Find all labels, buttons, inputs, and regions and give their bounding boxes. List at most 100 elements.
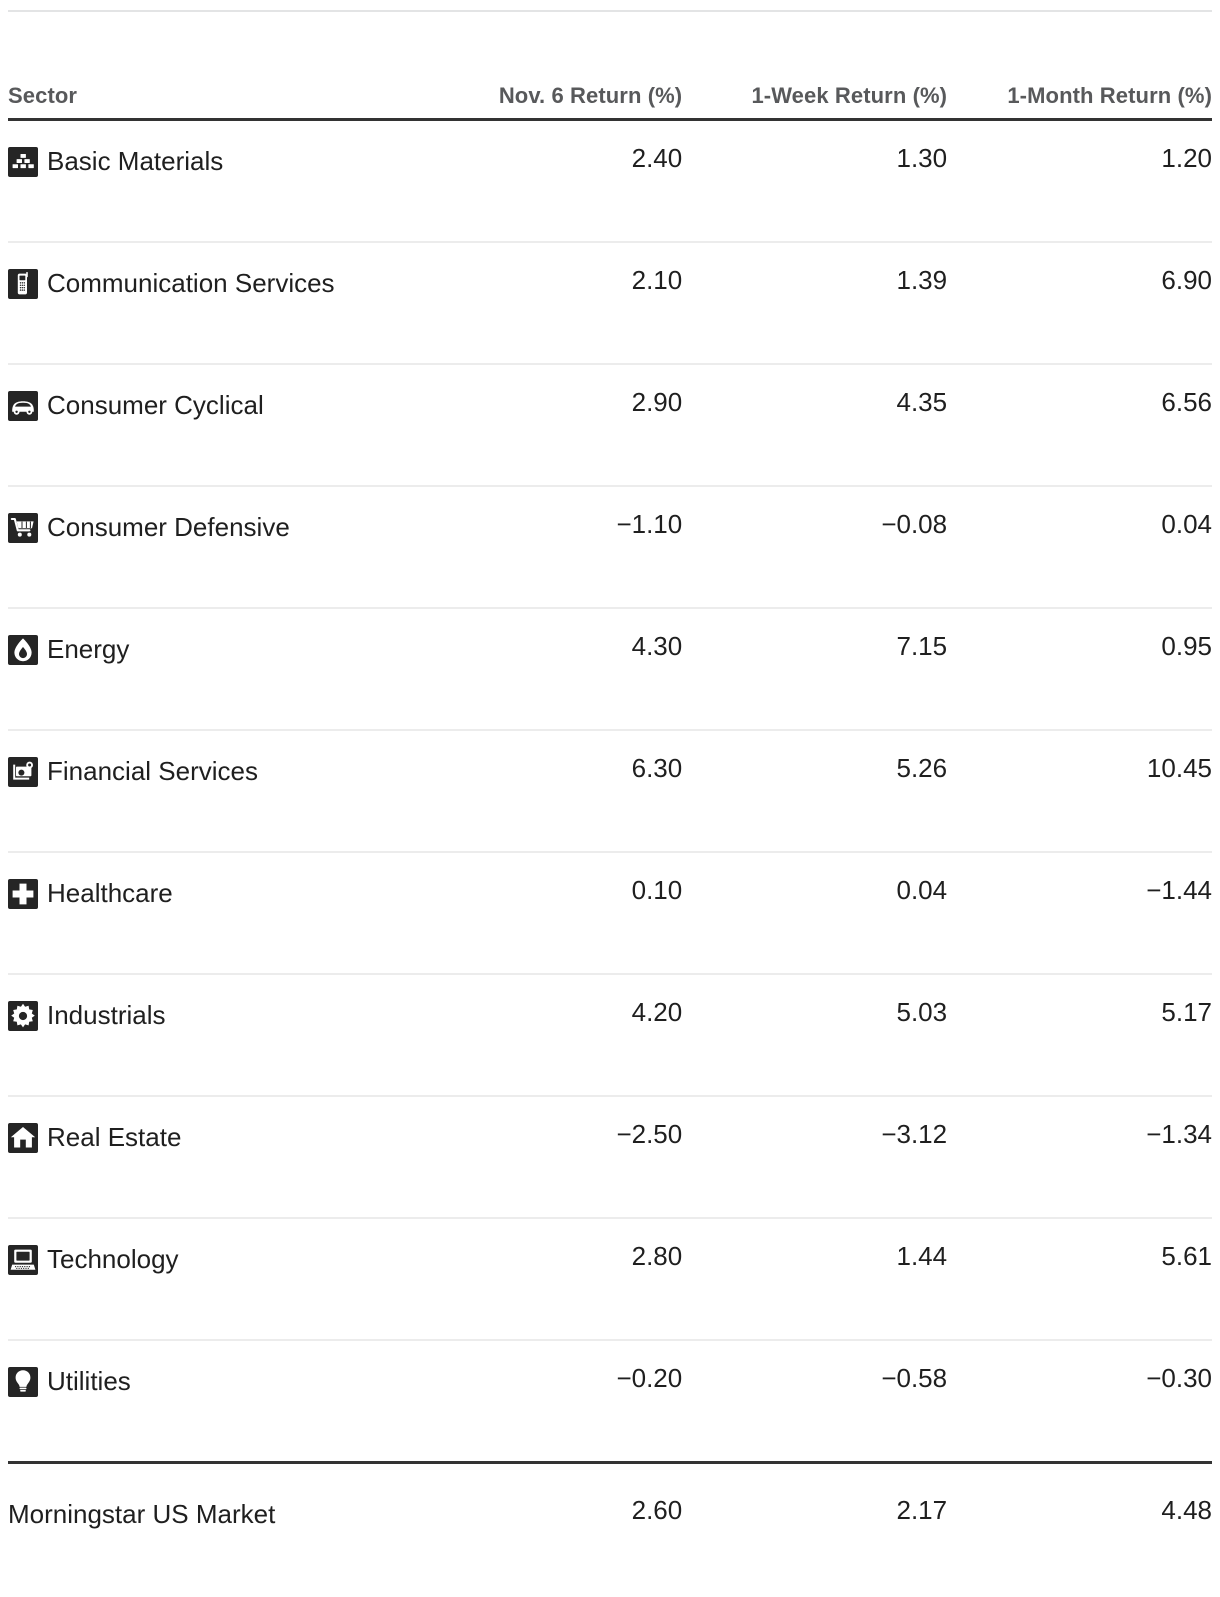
month-return-cell: −0.30 — [1146, 1363, 1212, 1394]
month-return-cell: 5.61 — [947, 1218, 1212, 1342]
sector-returns-table-root: Sector Nov. 6 Return (%) 1-Week Return (… — [0, 10, 1220, 1597]
sector-name[interactable]: Technology — [47, 1244, 179, 1274]
table-row[interactable]: Industrials 4.20 5.03 5.17 — [8, 974, 1212, 1098]
computer-icon — [8, 1245, 38, 1276]
week-return-cell: 5.26 — [682, 730, 948, 854]
week-return-cell: 1.44 — [682, 1218, 948, 1342]
month-return-cell: −1.34 — [947, 1096, 1212, 1220]
sector-cell: Morningstar US Market — [8, 1461, 423, 1597]
sector-cell: Healthcare — [8, 852, 423, 976]
sector-cell: Consumer Cyclical — [8, 364, 423, 488]
week-return-cell: 5.03 — [682, 974, 948, 1098]
sector-line: Morningstar US Market — [8, 1496, 422, 1533]
sector-name[interactable]: Financial Services — [47, 756, 258, 786]
week-return-cell: 7.15 — [682, 608, 948, 732]
table-header: Sector Nov. 6 Return (%) 1-Week Return (… — [8, 12, 1212, 122]
daily-return-cell: 2.80 — [422, 1218, 683, 1342]
month-return-cell: 0.95 — [947, 608, 1212, 732]
week-return-cell: 4.35 — [682, 364, 948, 488]
table-row[interactable]: Basic Materials 2.40 1.30 1.20 — [8, 119, 1212, 244]
daily-return-cell: 4.20 — [422, 974, 683, 1098]
daily-return-cell: −2.50 — [422, 1096, 683, 1220]
table-row[interactable]: Utilities −0.20 −0.58 −0.30 — [8, 1340, 1212, 1463]
column-header-month-return[interactable]: 1-Month Return (%) — [947, 12, 1212, 122]
sector-cell: Basic Materials — [8, 119, 423, 244]
sector-cell: Financial Services — [8, 730, 423, 854]
daily-return-cell: 4.30 — [422, 608, 683, 732]
week-return-cell: −0.08 — [682, 486, 948, 610]
column-header-sector[interactable]: Sector — [8, 12, 423, 122]
sector-name[interactable]: Utilities — [47, 1366, 131, 1396]
sector-cell: Industrials — [8, 974, 423, 1098]
sector-line: Consumer Defensive — [8, 509, 422, 546]
medical-cross-icon — [8, 879, 38, 910]
sector-cell: Consumer Defensive — [8, 486, 423, 610]
sector-cell: Energy — [8, 608, 423, 732]
sector-name[interactable]: Energy — [47, 634, 129, 664]
daily-return-cell: 2.60 — [422, 1461, 683, 1597]
month-return-cell: 6.90 — [947, 242, 1212, 366]
month-return-cell: 10.45 — [947, 730, 1212, 854]
daily-return-cell: 2.40 — [422, 119, 683, 244]
table-row[interactable]: Communication Services 2.10 1.39 6.90 — [8, 242, 1212, 366]
sector-cell: Real Estate — [8, 1096, 423, 1220]
sector-name[interactable]: Real Estate — [47, 1122, 181, 1152]
month-return-cell: 0.04 — [947, 486, 1212, 610]
week-return-cell: 2.17 — [682, 1461, 948, 1597]
table-body: Basic Materials 2.40 1.30 1.20 Communication… — [8, 119, 1212, 1597]
mobile-phone-icon — [8, 269, 38, 300]
sector-line: Real Estate — [8, 1119, 422, 1156]
sector-line: Communication Services — [8, 265, 422, 302]
sector-line: Financial Services — [8, 753, 422, 790]
sector-name[interactable]: Basic Materials — [47, 146, 223, 176]
daily-return-cell: −1.10 — [422, 486, 683, 610]
week-return-cell: 1.30 — [682, 119, 948, 244]
month-return-cell: 1.20 — [947, 119, 1212, 244]
sector-name: Morningstar US Market — [8, 1499, 276, 1530]
lightbulb-icon — [8, 1367, 38, 1398]
car-icon — [8, 391, 38, 422]
flame-drop-icon — [8, 635, 38, 666]
daily-return-cell: 2.10 — [422, 242, 683, 366]
daily-return-cell: −0.20 — [616, 1363, 683, 1394]
table-row[interactable]: Consumer Cyclical 2.90 4.35 6.56 — [8, 364, 1212, 488]
sector-name[interactable]: Industrials — [47, 1000, 166, 1030]
table-row[interactable]: Real Estate −2.50 −3.12 −1.34 — [8, 1096, 1212, 1220]
sector-line: Energy — [8, 631, 422, 668]
sector-line: Basic Materials — [8, 143, 422, 180]
sector-name[interactable]: Healthcare — [47, 878, 173, 908]
month-return-cell: 6.56 — [947, 364, 1212, 488]
month-return-cell: 4.48 — [947, 1461, 1212, 1597]
sector-line: Industrials — [8, 997, 422, 1034]
sector-cell: Technology — [8, 1218, 423, 1342]
daily-return-cell: 0.10 — [422, 852, 683, 976]
table-footer-row: Morningstar US Market 2.60 2.17 4.48 — [8, 1461, 1212, 1597]
sector-name[interactable]: Consumer Cyclical — [47, 390, 264, 420]
sector-name[interactable]: Consumer Defensive — [47, 512, 290, 542]
bricks-icon — [8, 147, 38, 178]
week-return-cell: −0.58 — [881, 1363, 948, 1394]
sector-cell: Utilities — [8, 1340, 422, 1463]
shopping-cart-icon — [8, 513, 38, 544]
column-header-week-return[interactable]: 1-Week Return (%) — [682, 12, 948, 122]
month-return-cell: 5.17 — [947, 974, 1212, 1098]
sector-line: Consumer Cyclical — [8, 387, 422, 424]
sector-line: Utilities — [8, 1363, 422, 1400]
month-return-cell: −1.44 — [947, 852, 1212, 976]
table-row[interactable]: Financial Services 6.30 5.26 10.45 — [8, 730, 1212, 854]
table-row[interactable]: Energy 4.30 7.15 0.95 — [8, 608, 1212, 732]
table-row[interactable]: Technology 2.80 1.44 5.61 — [8, 1218, 1212, 1342]
sector-name[interactable]: Communication Services — [47, 268, 335, 298]
house-icon — [8, 1123, 38, 1154]
daily-return-cell: 6.30 — [422, 730, 683, 854]
gear-icon — [8, 1001, 38, 1032]
sector-line: Healthcare — [8, 875, 422, 912]
column-header-daily-return[interactable]: Nov. 6 Return (%) — [422, 12, 683, 122]
table-row[interactable]: Consumer Defensive −1.10 −0.08 0.04 — [8, 486, 1212, 610]
money-icon — [8, 757, 38, 788]
header-row: Sector Nov. 6 Return (%) 1-Week Return (… — [8, 12, 1212, 122]
week-return-cell: −3.12 — [682, 1096, 948, 1220]
table-row[interactable]: Healthcare 0.10 0.04 −1.44 — [8, 852, 1212, 976]
week-return-cell: 1.39 — [682, 242, 948, 366]
sector-returns-table: Sector Nov. 6 Return (%) 1-Week Return (… — [8, 12, 1212, 1597]
